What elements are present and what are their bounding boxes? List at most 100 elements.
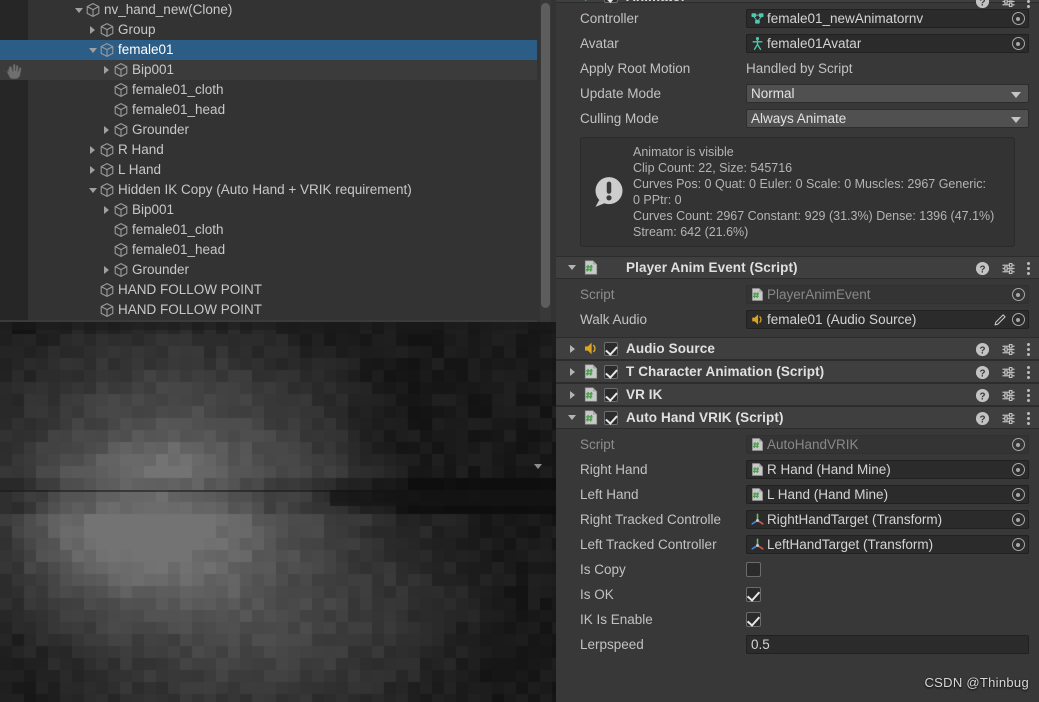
object-picker-icon[interactable]: [1009, 10, 1027, 27]
foldout-spacer: [100, 100, 113, 120]
hierarchy-item[interactable]: HAND FOLLOW POINT: [0, 280, 537, 300]
object-field[interactable]: L Hand (Hand Mine): [746, 485, 1029, 504]
hierarchy-item-label: Bip001: [132, 202, 175, 217]
object-field[interactable]: female01 (Audio Source): [746, 310, 1029, 329]
preset-icon[interactable]: [1001, 365, 1016, 380]
object-picker-icon[interactable]: [1009, 35, 1027, 52]
foldout-closed-icon[interactable]: [100, 260, 113, 280]
checkbox[interactable]: [746, 562, 761, 577]
object-field-value: R Hand (Hand Mine): [767, 462, 891, 477]
property-field: R Hand (Hand Mine): [746, 460, 1029, 479]
cs-script-icon: [752, 488, 763, 501]
object-picker-icon[interactable]: [1009, 286, 1027, 303]
component-header-audio-source[interactable]: Audio Source?: [556, 337, 1039, 360]
hierarchy-tree[interactable]: nv_hand_new(Clone) Group female01 Bip001 fem…: [0, 0, 537, 322]
preset-icon[interactable]: [1001, 261, 1016, 276]
object-picker-icon[interactable]: [1009, 436, 1027, 453]
hierarchy-item[interactable]: female01_head: [0, 100, 537, 120]
preset-icon[interactable]: [1001, 388, 1016, 403]
object-picker-icon[interactable]: [1009, 511, 1027, 528]
preset-icon[interactable]: [1001, 411, 1016, 426]
help-icon[interactable]: ?: [975, 342, 990, 357]
hierarchy-item[interactable]: nv_hand_new(Clone): [0, 0, 537, 20]
svg-text:?: ?: [979, 345, 985, 356]
foldout-closed-icon[interactable]: [86, 20, 99, 40]
hierarchy-item[interactable]: Group: [0, 20, 537, 40]
foldout-closed-icon[interactable]: [564, 337, 580, 360]
hierarchy-item[interactable]: Bip001: [0, 60, 537, 80]
component-header-player-anim-event[interactable]: Player Anim Event (Script)?: [556, 256, 1039, 279]
kebab-menu-icon[interactable]: [1027, 262, 1030, 275]
help-icon[interactable]: ?: [975, 261, 990, 276]
object-field[interactable]: LeftHandTarget (Transform): [746, 535, 1029, 554]
number-input[interactable]: 0.5: [746, 635, 1029, 654]
hierarchy-item[interactable]: female01_cloth: [0, 220, 537, 240]
help-icon[interactable]: ?: [975, 388, 990, 403]
hierarchy-item[interactable]: female01_cloth: [0, 80, 537, 100]
foldout-open-icon[interactable]: [86, 40, 99, 60]
kebab-menu-icon[interactable]: [1027, 389, 1030, 402]
hierarchy-item[interactable]: female01: [0, 40, 537, 60]
info-line: Curves Count: 2967 Constant: 929 (31.3%)…: [633, 209, 995, 223]
dropdown-select[interactable]: Normal: [746, 84, 1029, 103]
object-picker-icon[interactable]: [1009, 536, 1027, 553]
kebab-menu-icon[interactable]: [1027, 412, 1030, 425]
foldout-open-icon[interactable]: [86, 180, 99, 200]
property-row: Right Tracked Controlle RightHandTarget (…: [556, 507, 1039, 532]
foldout-closed-icon[interactable]: [564, 360, 580, 383]
component-header-t-character-animation[interactable]: T Character Animation (Script)?: [556, 360, 1039, 383]
component-enabled-checkbox[interactable]: [604, 341, 618, 356]
help-icon[interactable]: ?: [975, 411, 990, 426]
dropdown-select[interactable]: Always Animate: [746, 109, 1029, 128]
cs-script-icon: [752, 288, 763, 301]
object-field[interactable]: RightHandTarget (Transform): [746, 510, 1029, 529]
viewport-collapse-arrow-icon[interactable]: [534, 464, 542, 469]
hierarchy-item[interactable]: Grounder: [0, 260, 537, 280]
foldout-closed-icon[interactable]: [86, 140, 99, 160]
foldout-closed-icon[interactable]: [100, 200, 113, 220]
scene-game-view-blurred[interactable]: [0, 322, 556, 702]
component-enabled-checkbox[interactable]: [604, 410, 618, 425]
hierarchy-item[interactable]: Hidden IK Copy (Auto Hand + VRIK require…: [0, 180, 537, 200]
component-header-auto-hand-vrik[interactable]: Auto Hand VRIK (Script)?: [556, 406, 1039, 429]
object-picker-icon[interactable]: [1009, 486, 1027, 503]
foldout-open-icon[interactable]: [564, 406, 580, 429]
hierarchy-item[interactable]: R Hand: [0, 140, 537, 160]
component-enabled-checkbox[interactable]: [604, 0, 618, 3]
hierarchy-item[interactable]: female01_head: [0, 240, 537, 260]
dropdown-value: Normal: [751, 86, 795, 101]
hierarchy-item[interactable]: Grounder: [0, 120, 537, 140]
hierarchy-panel[interactable]: nv_hand_new(Clone) Group female01 Bip001 fem…: [0, 0, 556, 322]
kebab-menu-icon[interactable]: [1027, 366, 1030, 379]
kebab-menu-icon[interactable]: [1027, 343, 1030, 356]
component-enabled-checkbox[interactable]: [604, 387, 618, 402]
preset-icon[interactable]: [1001, 342, 1016, 357]
help-icon[interactable]: ?: [975, 365, 990, 380]
object-field[interactable]: female01_newAnimatornv: [746, 9, 1029, 28]
foldout-closed-icon[interactable]: [100, 60, 113, 80]
object-field[interactable]: R Hand (Hand Mine): [746, 460, 1029, 479]
hierarchy-item[interactable]: Bip001: [0, 200, 537, 220]
foldout-closed-icon[interactable]: [86, 160, 99, 180]
foldout-open-icon[interactable]: [564, 256, 580, 279]
hierarchy-item-label: female01_cloth: [132, 82, 224, 97]
object-picker-icon[interactable]: [1009, 461, 1027, 478]
inspector-panel[interactable]: Animator? Controller female01_newAnimatorn…: [556, 0, 1039, 702]
object-field[interactable]: female01Avatar: [746, 34, 1029, 53]
checkbox[interactable]: [746, 587, 761, 602]
foldout-closed-icon[interactable]: [100, 120, 113, 140]
object-picker-icon[interactable]: [1009, 311, 1027, 328]
hierarchy-item[interactable]: HAND FOLLOW POINT: [0, 300, 537, 320]
component-header-animator[interactable]: Animator?: [556, 0, 1039, 8]
property-label: Right Hand: [580, 462, 648, 477]
component-enabled-checkbox[interactable]: [604, 364, 618, 379]
edit-pencil-icon[interactable]: [993, 313, 1007, 327]
foldout-open-icon[interactable]: [72, 0, 85, 20]
hierarchy-scrollbar-thumb[interactable]: [541, 3, 550, 308]
property-label: Lerpspeed: [580, 637, 644, 652]
checkbox[interactable]: [746, 612, 761, 627]
foldout-closed-icon[interactable]: [564, 383, 580, 406]
component-header-vr-ik[interactable]: VR IK?: [556, 383, 1039, 406]
hierarchy-item[interactable]: L Hand: [0, 160, 537, 180]
cube-icon: [114, 243, 128, 257]
